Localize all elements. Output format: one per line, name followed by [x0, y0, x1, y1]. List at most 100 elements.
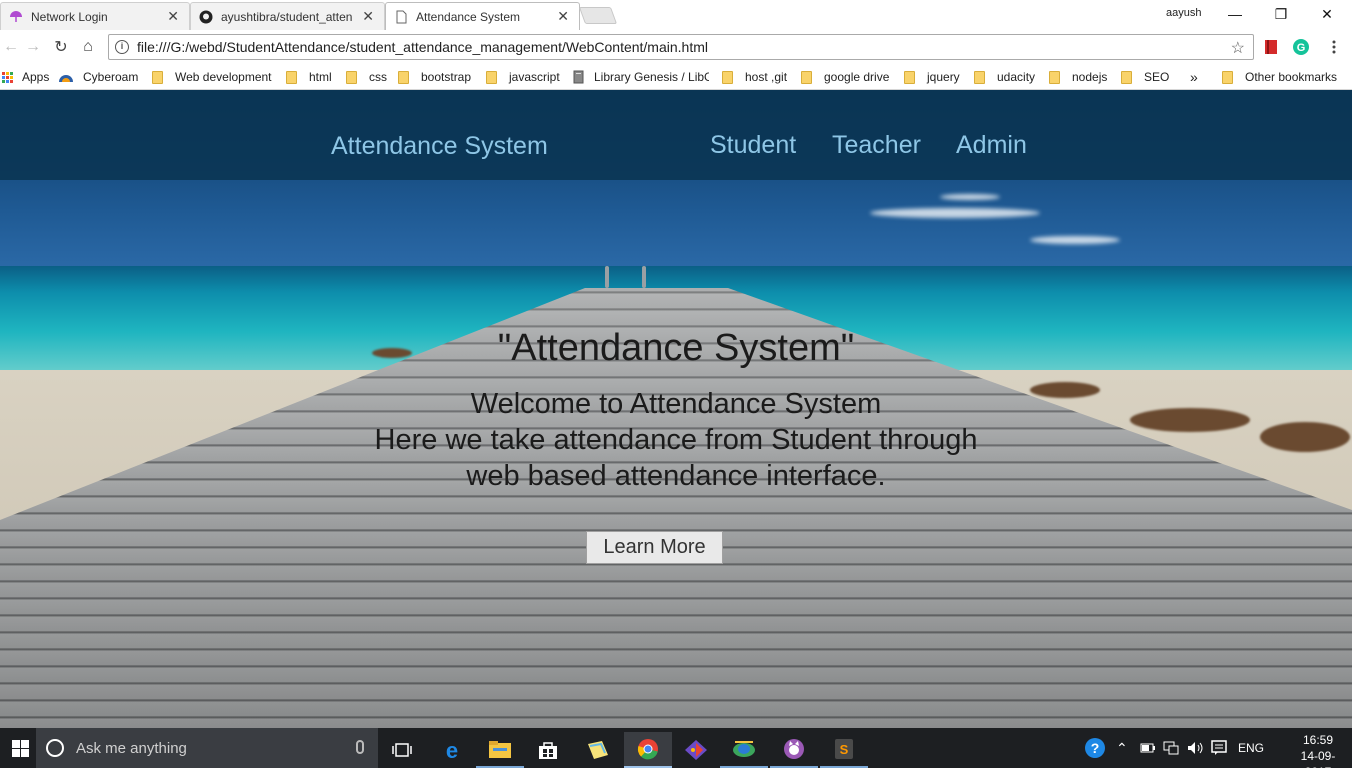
bookmark-star-icon[interactable]: ☆ — [1231, 38, 1245, 58]
new-tab-button[interactable] — [578, 7, 618, 24]
language-indicator[interactable]: ENG — [1238, 728, 1264, 768]
file-explorer-icon[interactable] — [476, 732, 524, 768]
cortana-search-box[interactable]: Ask me anything — [36, 728, 378, 768]
bookmark-web-development[interactable]: Web development — [152, 68, 272, 86]
browser-toolbar: ← → ↻ ⌂ i file:///G:/webd/StudentAttenda… — [0, 30, 1352, 64]
profile-name[interactable]: aayush — [1166, 7, 1201, 19]
start-button[interactable] — [0, 728, 40, 768]
hero-subtitle: Welcome to Attendance System Here we tak… — [0, 386, 1352, 494]
bookmark-apps[interactable]: Apps — [2, 68, 49, 86]
close-icon[interactable]: ✕ — [167, 8, 179, 25]
tab-attendance-system[interactable]: Attendance System ✕ — [385, 2, 580, 30]
bookmark-udacity[interactable]: udacity — [974, 68, 1035, 86]
home-icon[interactable]: ⌂ — [77, 36, 99, 58]
tab-github[interactable]: ayushtibra/student_atten ✕ — [190, 2, 385, 30]
clock-time: 16:59 — [1302, 733, 1334, 747]
bookmark-javascript[interactable]: javascript — [486, 68, 560, 86]
volume-icon[interactable] — [1187, 728, 1205, 768]
hero-title: "Attendance System" — [497, 327, 855, 369]
network-icon[interactable] — [1163, 728, 1179, 768]
tab-label: Network Login — [31, 9, 108, 24]
bookmark-other-bookmarks[interactable]: Other bookmarks — [1222, 68, 1337, 86]
bookmark-label: SEO — [1144, 70, 1170, 84]
help-icon[interactable]: ? — [1084, 728, 1106, 768]
windows-logo-icon — [11, 739, 29, 757]
bookmarks-overflow-button[interactable]: » — [1190, 68, 1198, 86]
nav-admin[interactable]: Admin — [956, 131, 1027, 160]
book-icon — [573, 70, 584, 84]
bookmark-seo[interactable]: SEO — [1121, 68, 1169, 86]
site-brand[interactable]: Attendance System — [331, 132, 548, 161]
cortana-icon — [46, 739, 64, 757]
hero-line: web based attendance interface. — [466, 460, 886, 492]
bookmark-label: Web development — [175, 70, 272, 84]
close-icon[interactable]: ✕ — [557, 8, 569, 25]
info-icon[interactable]: i — [115, 40, 129, 54]
folder-icon — [286, 70, 297, 84]
action-center-icon[interactable] — [1211, 728, 1227, 768]
chevron-up-icon[interactable]: ⌃ — [1116, 728, 1128, 768]
tab-network-login[interactable]: Network Login ✕ — [0, 2, 190, 30]
hero-content: "Attendance System" Welcome to Attendanc… — [0, 326, 1352, 494]
forward-arrow-icon[interactable]: → — [22, 36, 44, 58]
bookmark-label: google drive — [824, 70, 890, 84]
sticky-notes-icon[interactable] — [574, 732, 622, 768]
menu-dots-icon[interactable] — [1325, 38, 1343, 56]
restore-icon[interactable]: ❐ — [1258, 0, 1304, 28]
bookmark-label: Other bookmarks — [1245, 70, 1338, 84]
store-icon[interactable] — [524, 732, 572, 768]
folder-icon — [346, 70, 357, 84]
back-arrow-icon[interactable]: ← — [0, 36, 22, 58]
close-icon[interactable]: ✕ — [362, 8, 374, 25]
github-desktop-icon[interactable] — [770, 732, 818, 768]
bookmark-library-genesis[interactable]: Library Genesis / LibG — [573, 68, 709, 86]
bookmark-bootstrap[interactable]: bootstrap — [398, 68, 471, 86]
nav-student[interactable]: Student — [710, 131, 796, 160]
svg-text:S: S — [840, 742, 849, 757]
bookmark-extension-icon[interactable] — [1262, 38, 1280, 56]
bookmark-label: Cyberoam — [83, 70, 139, 84]
chrome-icon[interactable] — [624, 732, 672, 768]
bookmark-google-drive[interactable]: google drive — [801, 68, 889, 86]
clock-date: 14-09-2017 — [1300, 749, 1336, 768]
battery-icon[interactable] — [1140, 728, 1156, 768]
edge-browser-icon[interactable]: e — [428, 732, 476, 768]
cloud — [940, 194, 1000, 200]
bookmark-html[interactable]: html — [286, 68, 332, 86]
page-icon — [396, 10, 407, 23]
nav-teacher[interactable]: Teacher — [832, 131, 921, 160]
bookmark-css[interactable]: css — [346, 68, 387, 86]
learn-more-button[interactable]: Learn More — [586, 531, 723, 564]
bookmark-label: host ,git — [745, 70, 788, 84]
cloud — [1030, 236, 1120, 244]
bookmark-jquery[interactable]: jquery — [904, 68, 960, 86]
svg-text:G: G — [1297, 42, 1306, 54]
bookmark-nodejs[interactable]: nodejs — [1049, 68, 1107, 86]
folder-icon — [486, 70, 497, 84]
folder-icon — [398, 70, 409, 84]
reload-icon[interactable]: ↻ — [50, 36, 72, 58]
github-icon — [199, 10, 213, 23]
bookmark-label: javascript — [509, 70, 560, 84]
git-app-icon[interactable] — [672, 732, 720, 768]
folder-icon — [1049, 70, 1060, 84]
task-view-icon[interactable] — [378, 732, 426, 768]
cyberoam-icon — [59, 75, 73, 82]
microphone-icon[interactable] — [356, 740, 364, 754]
bookmarks-bar: Apps Cyberoam Web development html css b… — [0, 64, 1352, 90]
window-close-icon[interactable]: ✕ — [1304, 0, 1350, 28]
system-clock[interactable]: 16:59 14-09-2017 — [1290, 732, 1346, 768]
bookmark-label: css — [369, 70, 387, 84]
web-page: Attendance System Student Teacher Admin … — [0, 90, 1352, 728]
network-globe-icon[interactable] — [720, 732, 768, 768]
bookmark-host-git[interactable]: host ,git — [722, 68, 787, 86]
folder-icon — [722, 70, 733, 84]
address-bar[interactable]: i file:///G:/webd/StudentAttendance/stud… — [108, 34, 1254, 60]
bookmark-cyberoam[interactable]: Cyberoam — [58, 68, 138, 86]
sublime-text-icon[interactable]: S — [820, 732, 868, 768]
url-text[interactable]: file:///G:/webd/StudentAttendance/studen… — [137, 39, 708, 55]
bookmark-label: udacity — [997, 70, 1036, 84]
grammarly-icon[interactable]: G — [1292, 38, 1310, 56]
svg-text:e: e — [446, 739, 458, 761]
minimize-icon[interactable]: — — [1212, 0, 1258, 28]
